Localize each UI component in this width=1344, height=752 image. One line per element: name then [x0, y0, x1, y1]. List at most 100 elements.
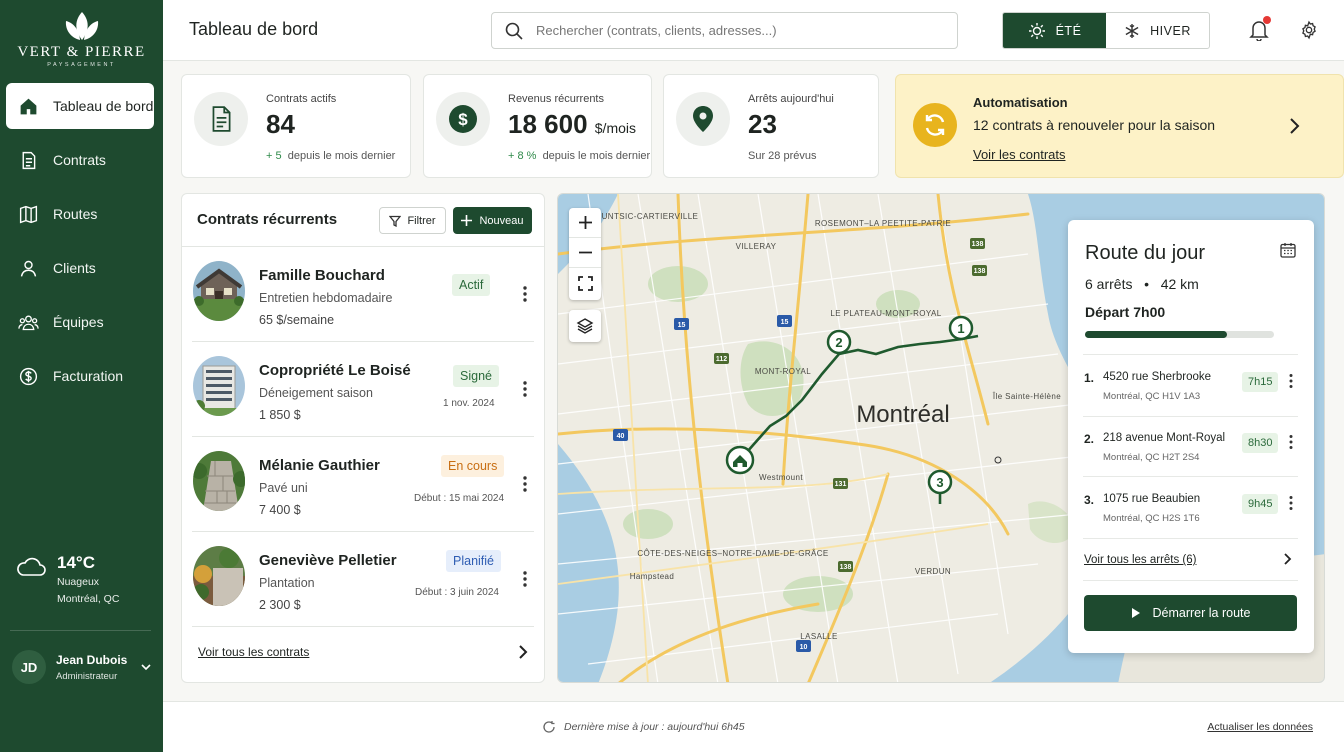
automation-card[interactable]: Automatisation 12 contrats à renouveler …: [895, 74, 1344, 178]
route-stop[interactable]: 3. 1075 rue Beaubien Montréal, QC H2S 1T…: [1084, 490, 1300, 548]
kpi-value: 23: [748, 109, 777, 139]
leaf-logo-icon: [65, 12, 98, 40]
zoom-in-button[interactable]: [569, 208, 601, 238]
stop-address: 4520 rue Sherbrooke: [1103, 371, 1212, 383]
svg-text:138: 138: [972, 241, 984, 248]
kpi-label: Revenus récurrents: [508, 93, 604, 105]
nav-item-teams[interactable]: Équipes: [6, 299, 154, 345]
nav-item-routes[interactable]: Routes: [6, 191, 154, 237]
contract-service: Déneigement saison: [259, 386, 373, 400]
svg-text:15: 15: [678, 322, 686, 329]
kpi-label: Arrêts aujourd'hui: [748, 93, 834, 105]
kpi-stops-today[interactable]: Arrêts aujourd'hui 23 Sur 28 prévus: [663, 74, 879, 178]
more-options-icon[interactable]: [522, 570, 528, 588]
map-label: VILLERAY: [736, 242, 777, 251]
search-input[interactable]: Rechercher (contrats, clients, adresses.…: [491, 12, 958, 49]
home-marker[interactable]: [725, 445, 755, 475]
season-label: ÉTÉ: [1055, 23, 1082, 38]
sidebar: VERT & PIERRE PAYSAGEMENT Tableau de bor…: [0, 0, 163, 752]
more-options-icon[interactable]: [1288, 495, 1294, 511]
zoom-out-button[interactable]: [569, 238, 601, 268]
kpi-recurring-revenue[interactable]: $ Revenus récurrents 18 600 $/mois + 8 %…: [423, 74, 652, 178]
map-icon: [19, 205, 38, 223]
stop-city: Montréal, QC H2S 1T6: [1103, 513, 1200, 524]
recurring-contracts-panel: Contrats récurrents Filtrer Nouveau Fami…: [181, 193, 545, 683]
season-summer-button[interactable]: ÉTÉ: [1003, 13, 1106, 48]
route-stop[interactable]: 2. 218 avenue Mont-Royal Montréal, QC H2…: [1084, 429, 1300, 487]
refresh-data-link[interactable]: Actualiser les données: [1207, 721, 1313, 733]
more-options-icon[interactable]: [1288, 434, 1294, 450]
view-all-stops-link[interactable]: Voir tous les arrêts (6): [1084, 554, 1196, 566]
snowflake-icon: [1125, 23, 1139, 38]
divider: [1083, 416, 1298, 417]
route-stop[interactable]: 1. 4520 rue Sherbrooke Montréal, QC H1V …: [1084, 368, 1300, 426]
map-label: LASALLE: [800, 632, 838, 641]
zoom-controls: [569, 208, 601, 300]
document-icon: [212, 106, 231, 132]
nav-item-label: Tableau de bord: [53, 98, 154, 114]
new-contract-button[interactable]: Nouveau: [453, 207, 532, 234]
garden-photo: [193, 546, 245, 606]
notifications-button[interactable]: [1249, 16, 1271, 41]
view-all-contracts-link[interactable]: Voir tous les contrats: [198, 645, 309, 659]
map-label: Île Sainte-Hélène: [992, 392, 1061, 401]
avatar: JD: [12, 650, 46, 684]
contract-row[interactable]: Famille Bouchard Entretien hebdomadaire …: [192, 247, 534, 342]
minus-icon: [578, 251, 592, 254]
stop-time-badge: 9h45: [1242, 494, 1279, 514]
view-contracts-link[interactable]: Voir les contrats: [973, 147, 1066, 162]
nav-item-billing[interactable]: Facturation: [6, 353, 154, 399]
nav-item-contracts[interactable]: Contrats: [6, 137, 154, 183]
contract-name: Copropriété Le Boisé: [259, 362, 411, 379]
chevron-right-icon[interactable]: [1288, 117, 1300, 135]
contract-price: 7 400 $: [259, 503, 301, 517]
kpi-value-number: 18 600: [508, 109, 588, 139]
brand-logo[interactable]: VERT & PIERRE PAYSAGEMENT: [0, 10, 163, 68]
more-options-icon[interactable]: [522, 285, 528, 303]
user-menu[interactable]: JD Jean Dubois Administrateur: [12, 650, 152, 684]
filter-button[interactable]: Filtrer: [379, 207, 446, 234]
notification-dot: [1263, 16, 1271, 24]
contract-row[interactable]: Mélanie Gauthier Pavé uni 7 400 $ En cou…: [192, 437, 534, 532]
nav-item-label: Équipes: [53, 314, 104, 330]
fullscreen-button[interactable]: [569, 268, 601, 298]
route-title: Route du jour: [1085, 242, 1206, 264]
divider: [10, 630, 151, 631]
map-label: LE PLATEAU-MONT-ROYAL: [830, 309, 941, 318]
chevron-right-icon[interactable]: [518, 644, 528, 660]
stop-marker-3[interactable]: 3: [927, 469, 953, 495]
search-placeholder: Rechercher (contrats, clients, adresses.…: [536, 23, 777, 38]
stop-marker-1[interactable]: 1: [948, 315, 974, 341]
contract-row[interactable]: Copropriété Le Boisé Déneigement saison …: [192, 342, 534, 437]
map-layers-button[interactable]: [569, 310, 601, 342]
map-label: AHUNTSIC-CARTIERVILLE: [590, 212, 699, 221]
contract-row[interactable]: Geneviève Pelletier Plantation 2 300 $ P…: [192, 532, 534, 627]
kpi-value: 18 600 $/mois: [508, 109, 636, 140]
stop-marker-2[interactable]: 2: [826, 329, 852, 355]
kpi-delta: + 8 % depuis le mois dernier: [508, 150, 650, 162]
refresh-icon: [543, 721, 555, 733]
user-role: Administrateur: [56, 670, 118, 682]
start-route-label: Démarrer la route: [1152, 606, 1251, 620]
more-options-icon[interactable]: [1288, 373, 1294, 389]
condo-photo: [193, 356, 245, 416]
nav-item-clients[interactable]: Clients: [6, 245, 154, 291]
settings-button[interactable]: [1299, 20, 1319, 40]
more-options-icon[interactable]: [522, 380, 528, 398]
more-options-icon[interactable]: [522, 475, 528, 493]
start-route-button[interactable]: Démarrer la route: [1084, 595, 1297, 631]
divider: [1083, 538, 1298, 539]
home-icon: [20, 98, 37, 114]
house-photo: [193, 261, 245, 321]
divider: [1083, 354, 1298, 355]
nav-item-label: Contrats: [53, 152, 106, 168]
stops-count: 6 arrêts: [1085, 276, 1133, 292]
kpi-delta: + 5 depuis le mois dernier: [266, 150, 395, 162]
stop-time-badge: 7h15: [1242, 372, 1279, 392]
season-label: HIVER: [1150, 23, 1191, 38]
calendar-icon[interactable]: [1280, 242, 1296, 258]
season-winter-button[interactable]: HIVER: [1106, 13, 1209, 48]
chevron-right-icon[interactable]: [1283, 552, 1292, 566]
nav-item-dashboard[interactable]: Tableau de bord: [6, 83, 154, 129]
kpi-active-contracts[interactable]: Contrats actifs 84 + 5 depuis le mois de…: [181, 74, 411, 178]
